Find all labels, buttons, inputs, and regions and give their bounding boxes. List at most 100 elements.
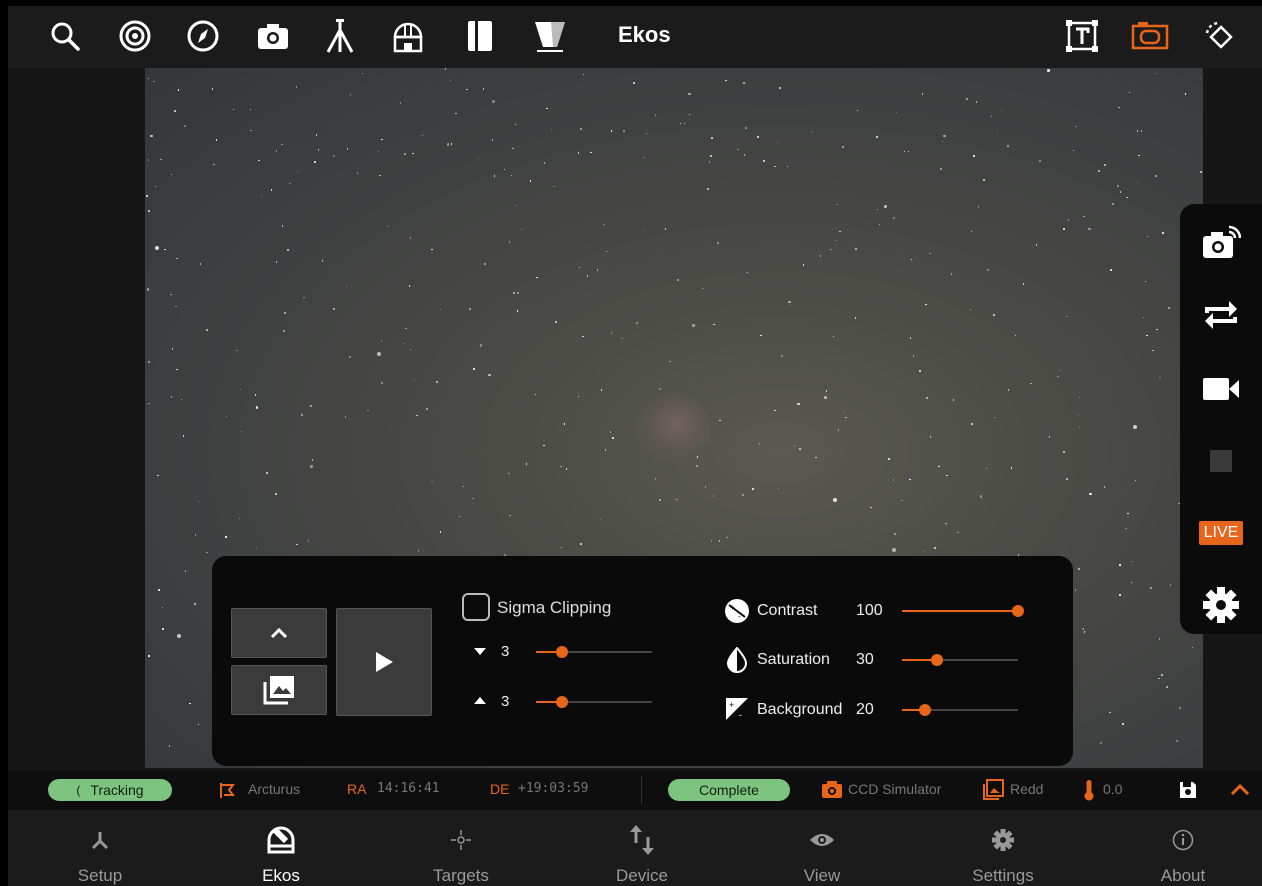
star (606, 250, 608, 253)
star (1038, 159, 1042, 163)
sigma-low-slider[interactable] (536, 646, 652, 658)
star (238, 517, 241, 520)
star (1014, 334, 1017, 337)
telescope-icon[interactable] (320, 16, 360, 56)
star (854, 317, 857, 319)
compass-icon[interactable] (183, 16, 223, 56)
star (148, 210, 150, 212)
star (632, 81, 636, 85)
nav-item-setup[interactable]: Setup (40, 810, 160, 886)
text-frame-icon[interactable] (1062, 16, 1102, 56)
tracking-status-badge[interactable]: ( Tracking (48, 779, 172, 801)
filter-icon[interactable] (530, 16, 570, 56)
target-name: Arcturus (248, 781, 301, 797)
star (758, 442, 761, 445)
star (1184, 93, 1187, 95)
contrast-slider[interactable] (902, 605, 1024, 617)
star (249, 108, 252, 111)
capture-icon[interactable] (1180, 218, 1262, 268)
star (154, 185, 157, 188)
star (793, 445, 796, 447)
star (346, 148, 349, 150)
star (184, 125, 186, 127)
rotate-icon[interactable] (1198, 16, 1238, 56)
star (929, 436, 932, 438)
star (458, 515, 461, 518)
sigma-clipping-checkbox[interactable] (462, 593, 490, 621)
star (345, 286, 348, 289)
nav-item-targets[interactable]: Targets (401, 810, 521, 886)
star (802, 264, 805, 266)
star (921, 93, 924, 95)
nav-item-device[interactable]: Device (582, 810, 702, 886)
star (797, 402, 800, 406)
live-button[interactable]: LIVE (1180, 508, 1262, 558)
star (725, 79, 727, 82)
observatory-icon[interactable] (388, 16, 428, 56)
star (870, 506, 872, 509)
star (177, 89, 180, 91)
star (1176, 740, 1178, 742)
loop-icon[interactable] (1180, 290, 1262, 340)
star (255, 547, 258, 550)
save-icon[interactable] (1178, 780, 1198, 800)
star (719, 419, 721, 422)
star (1191, 646, 1194, 649)
nav-item-about[interactable]: About (1123, 810, 1243, 886)
star (255, 406, 259, 409)
setup-icon (91, 832, 109, 850)
star (301, 414, 303, 416)
star (147, 77, 150, 80)
star (275, 150, 278, 152)
play-button[interactable] (336, 608, 432, 716)
star (488, 373, 491, 377)
live-label: LIVE (1198, 521, 1244, 545)
fits-view-icon[interactable] (1130, 16, 1170, 56)
target-icon[interactable] (115, 16, 155, 56)
page-title: Ekos (618, 22, 671, 47)
collapse-button[interactable] (231, 608, 327, 658)
star (560, 465, 562, 468)
star (503, 168, 506, 171)
star (781, 355, 783, 357)
stop-icon[interactable] (1180, 436, 1262, 486)
chevron-up-icon[interactable] (1230, 782, 1250, 796)
star (317, 149, 320, 151)
star (333, 308, 335, 310)
app-frame: Ekos LIVE Sigma Clipping 3 3 + - Contras… (8, 6, 1262, 886)
camera-icon[interactable] (253, 16, 293, 56)
star (525, 463, 528, 465)
star (1100, 742, 1102, 744)
star (623, 130, 625, 132)
svg-text:+: + (729, 700, 734, 710)
capture-status-badge[interactable]: Complete (668, 779, 790, 801)
star (206, 329, 208, 331)
search-icon[interactable] (45, 16, 85, 56)
star (462, 485, 465, 488)
star (349, 94, 352, 96)
background-slider[interactable] (902, 704, 1018, 716)
sigma-high-slider[interactable] (536, 696, 652, 708)
nav-item-view[interactable]: View (762, 810, 882, 886)
play-icon (376, 652, 393, 672)
star (925, 303, 927, 306)
notebook-icon[interactable] (460, 16, 500, 56)
video-icon[interactable] (1180, 364, 1262, 414)
star (180, 398, 183, 401)
star (1035, 244, 1038, 246)
star (176, 368, 178, 371)
star (578, 266, 581, 269)
star (211, 88, 213, 90)
nav-item-settings[interactable]: Settings (943, 810, 1063, 886)
nav-item-ekos[interactable]: Ekos (221, 810, 341, 886)
star (913, 255, 916, 258)
star (1104, 164, 1106, 166)
star (310, 405, 312, 407)
star (586, 275, 589, 277)
star (182, 435, 185, 437)
star (713, 323, 715, 326)
gallery-button[interactable] (231, 665, 327, 715)
saturation-slider[interactable] (902, 654, 1018, 666)
settings-icon[interactable] (1180, 580, 1262, 630)
star (910, 258, 913, 261)
